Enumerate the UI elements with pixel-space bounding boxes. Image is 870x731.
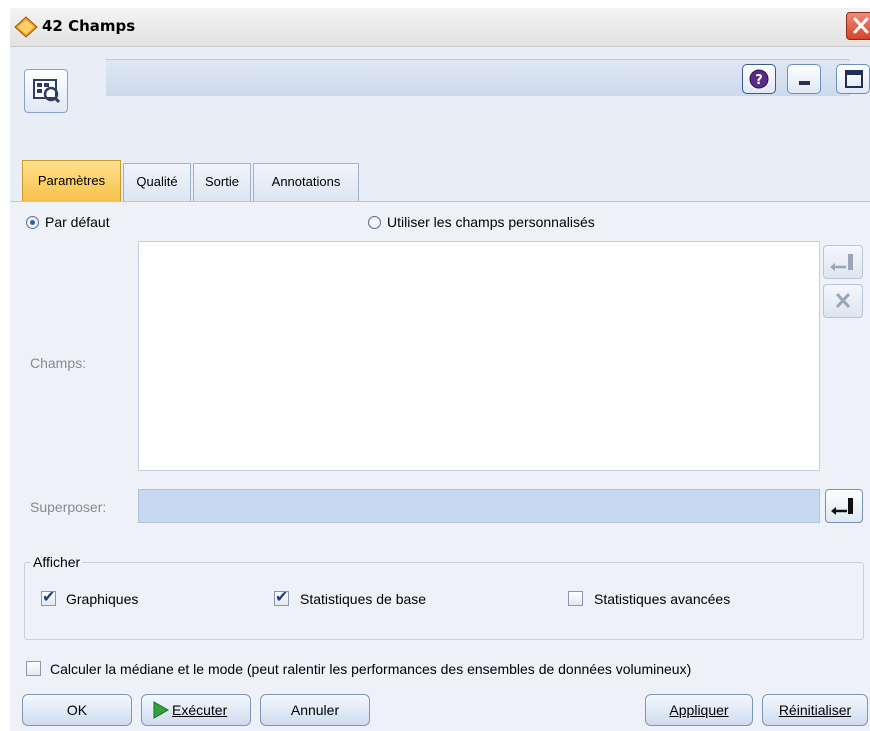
execute-button[interactable]: Exécuter	[141, 694, 251, 726]
check-icon: ✔	[42, 589, 56, 606]
data-audit-node-icon[interactable]	[24, 69, 68, 113]
close-button[interactable]	[846, 12, 870, 40]
tab-sortie[interactable]: Sortie	[193, 163, 251, 201]
field-picker-icon	[831, 498, 853, 515]
node-name-bar	[106, 59, 850, 96]
minimize-button[interactable]	[787, 64, 821, 94]
cancel-button[interactable]: Annuler	[260, 694, 370, 726]
apply-button[interactable]: Appliquer	[645, 694, 753, 726]
dialog-window: 42 Champs ? Paramètres Qualité Sortie An…	[10, 8, 870, 731]
graphs-label[interactable]: Graphiques	[66, 591, 138, 607]
field-picker-icon	[830, 254, 853, 271]
advanced-stats-checkbox[interactable]	[568, 591, 583, 606]
help-icon: ?	[749, 69, 769, 89]
title-bar: 42 Champs	[10, 8, 870, 47]
basic-stats-label[interactable]: Statistiques de base	[300, 591, 426, 607]
default-mode-radio[interactable]	[26, 216, 39, 229]
tab-annotations[interactable]: Annotations	[253, 163, 359, 201]
median-mode-checkbox[interactable]	[26, 661, 41, 676]
remove-field-button[interactable]	[823, 284, 863, 318]
diamond-node-icon	[14, 16, 38, 38]
settings-panel: Par défaut Utiliser les champs personnal…	[10, 202, 870, 731]
apply-label: Appliquer	[669, 702, 729, 718]
fields-label: Champs:	[30, 355, 87, 371]
close-icon	[853, 17, 869, 34]
execute-label: Exécuter	[172, 702, 228, 718]
tab-parametres[interactable]: Paramètres	[22, 160, 121, 201]
custom-fields-label[interactable]: Utiliser les champs personnalisés	[387, 214, 595, 230]
overlay-label: Superposer:	[30, 499, 107, 515]
reset-button[interactable]: Réinitialiser	[762, 694, 868, 726]
help-button[interactable]: ?	[742, 64, 776, 94]
fields-list[interactable]	[138, 241, 820, 471]
window-title: 42 Champs	[42, 17, 136, 35]
tab-strip: Paramètres Qualité Sortie Annotations	[10, 157, 870, 202]
minimize-icon	[799, 81, 810, 85]
ok-button[interactable]: OK	[22, 694, 132, 726]
delete-icon	[835, 292, 851, 309]
display-group-legend: Afficher	[33, 554, 81, 570]
overlay-pick-button[interactable]	[825, 489, 863, 523]
overlay-field-input[interactable]	[138, 489, 820, 523]
check-icon: ✔	[275, 589, 289, 606]
maximize-icon	[845, 70, 863, 88]
maximize-button[interactable]	[836, 64, 870, 94]
pick-fields-button[interactable]	[823, 245, 863, 279]
tab-qualite[interactable]: Qualité	[123, 163, 191, 201]
default-mode-label[interactable]: Par défaut	[45, 214, 110, 230]
median-mode-label[interactable]: Calculer la médiane et le mode (peut ral…	[50, 661, 691, 677]
basic-stats-checkbox[interactable]: ✔	[274, 589, 289, 606]
node-header: ?	[10, 47, 870, 157]
reset-label: Réinitialiser	[778, 702, 852, 718]
graphs-checkbox[interactable]: ✔	[41, 589, 56, 606]
custom-fields-radio[interactable]	[368, 216, 381, 229]
svg-text:?: ?	[755, 73, 763, 88]
advanced-stats-label[interactable]: Statistiques avancées	[594, 591, 730, 607]
display-group: Afficher	[24, 554, 864, 640]
play-icon	[153, 701, 170, 719]
